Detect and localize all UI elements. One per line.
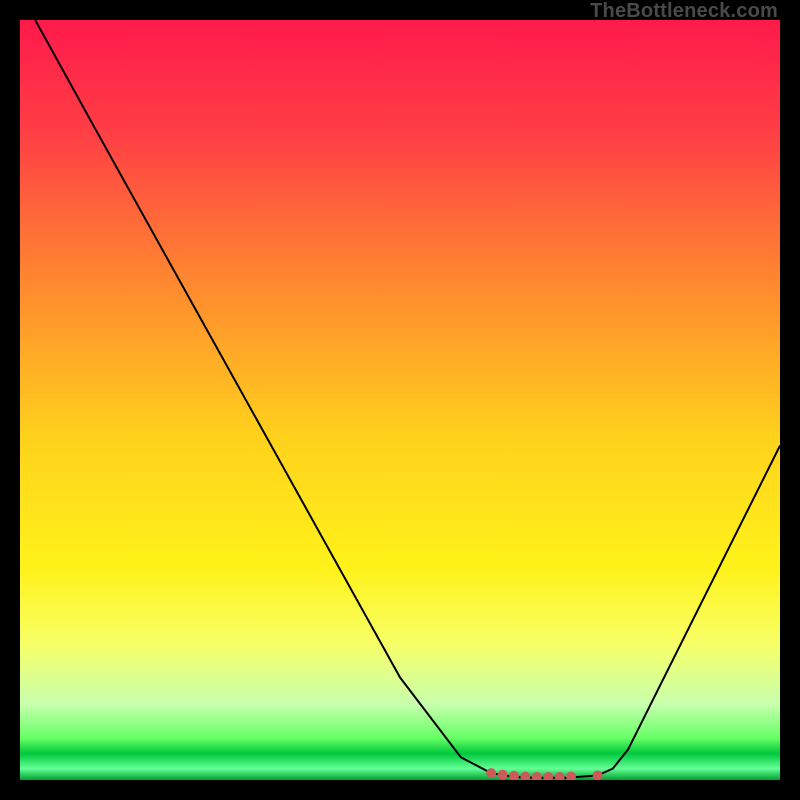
optimal-marker — [498, 770, 508, 780]
chart-frame — [20, 20, 780, 780]
optimal-marker — [486, 768, 496, 778]
bottleneck-chart — [20, 20, 780, 780]
optimal-marker — [593, 770, 603, 780]
watermark-text: TheBottleneck.com — [590, 0, 778, 23]
gradient-background — [20, 20, 780, 780]
